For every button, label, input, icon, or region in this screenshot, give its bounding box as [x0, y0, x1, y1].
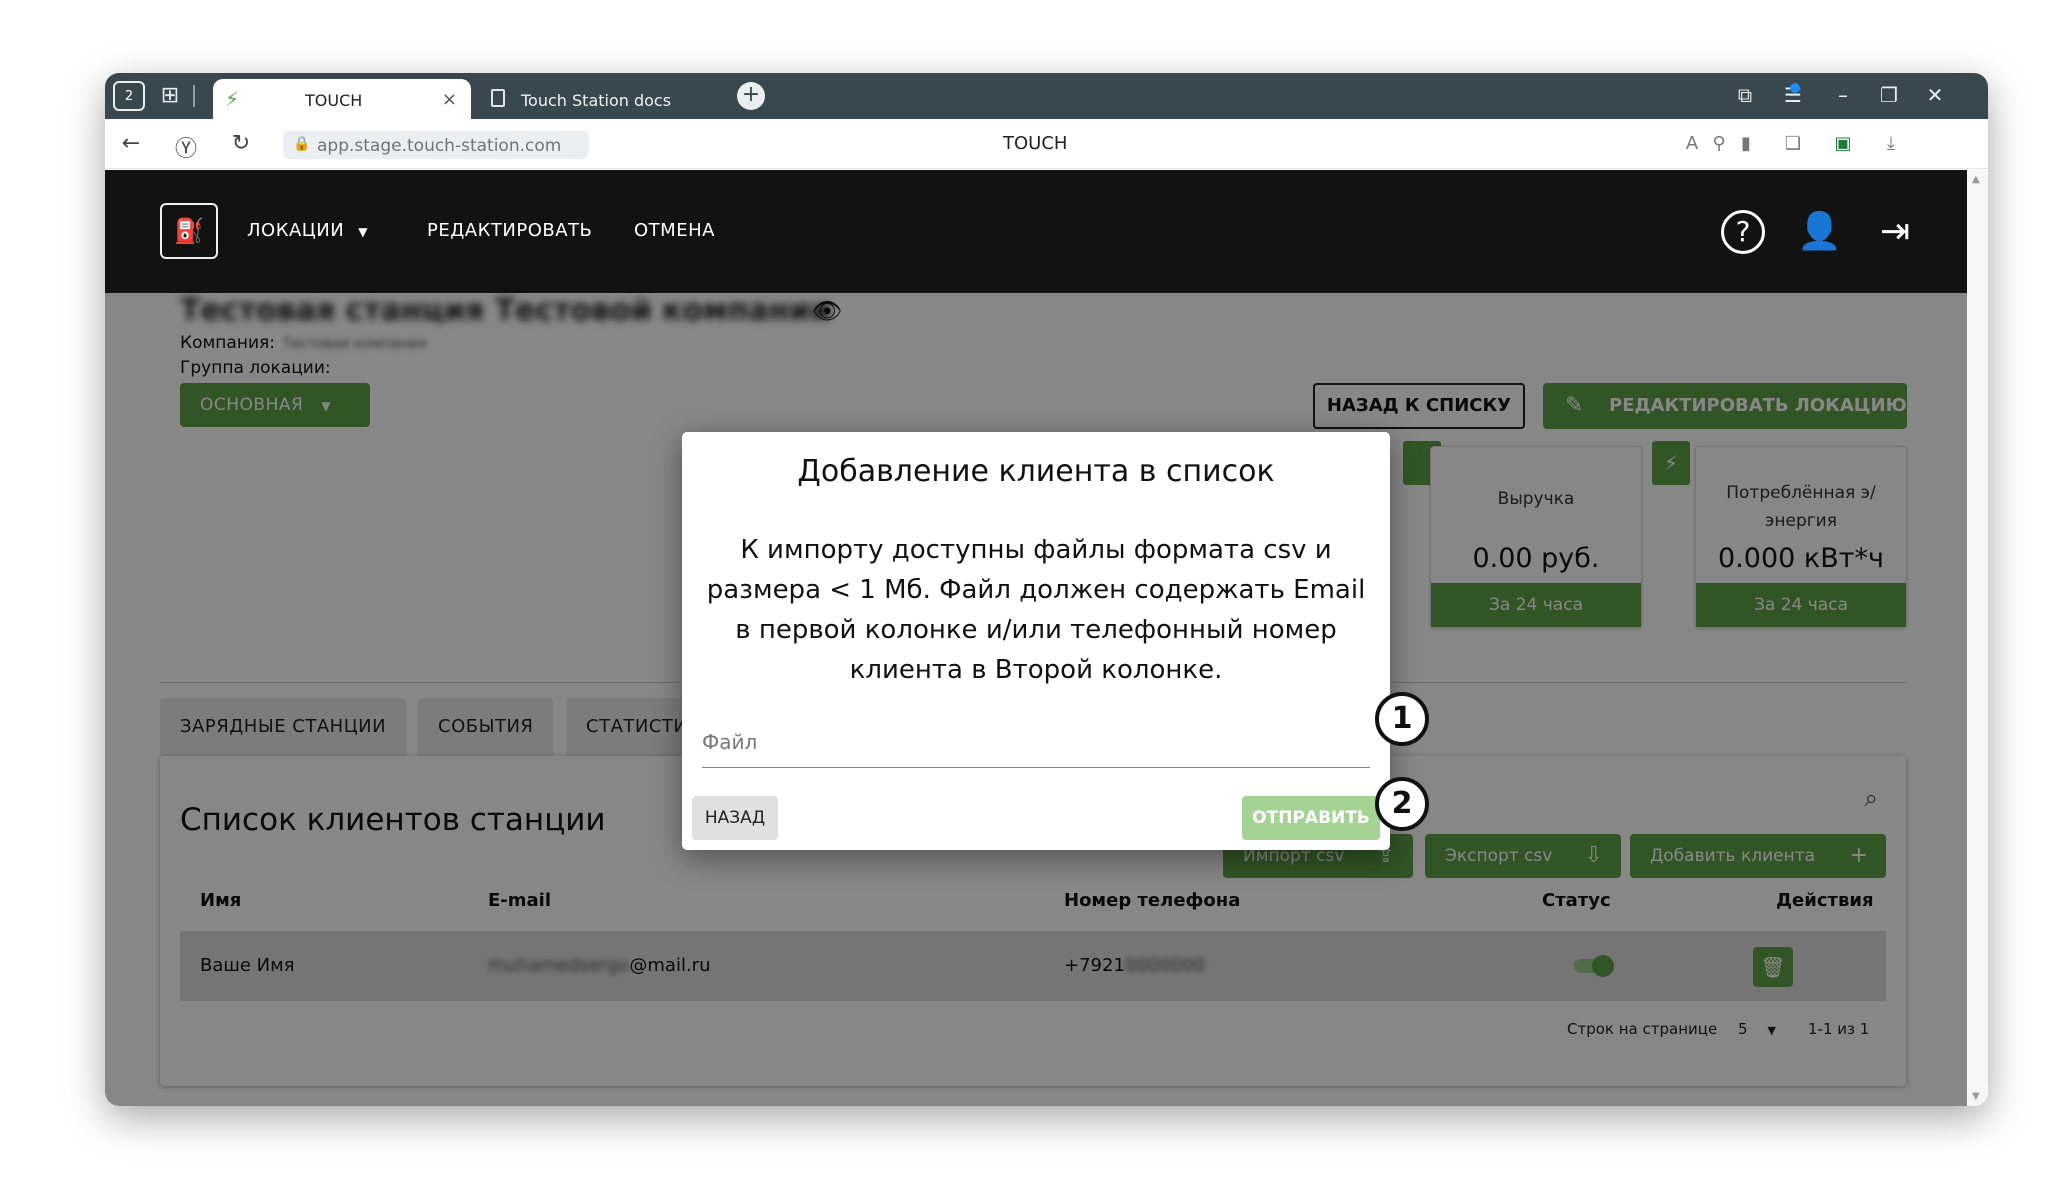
tab-strip: 2 ⊞ ⚡ TOUCH × Touch Station docs + ⧉ ☰ –… [105, 73, 1988, 119]
scroll-up-icon[interactable]: ▲ [1972, 174, 1980, 185]
extensions-icon[interactable]: ❏ [1780, 133, 1806, 154]
url-text: app.stage.touch-station.com [317, 136, 562, 156]
browser-window: 2 ⊞ ⚡ TOUCH × Touch Station docs + ⧉ ☰ –… [105, 73, 1988, 1106]
tab-divider [193, 85, 195, 107]
dialog-description: К импорту доступны файлы формата csv и р… [706, 535, 1366, 685]
lock-icon: 🔒 [293, 136, 311, 152]
new-tab-button[interactable]: + [737, 82, 765, 110]
yandex-icon[interactable]: Ⓨ [172, 131, 200, 163]
dialog-send-button[interactable]: ОТПРАВИТЬ [1242, 796, 1380, 840]
file-input[interactable]: Файл [702, 718, 1370, 768]
web-app: ⛽ ЛОКАЦИИ ▼ РЕДАКТИРОВАТЬ ОТМЕНА ? 👤 ⇥ Те… [105, 170, 1967, 1106]
back-arrow-icon[interactable]: ← [117, 131, 145, 156]
new-tab-group-icon[interactable]: ⊞ [155, 83, 185, 109]
url-field[interactable]: 🔒 app.stage.touch-station.com [283, 131, 589, 159]
tab-title: Touch Station docs [521, 91, 672, 110]
tab-touch[interactable]: ⚡ TOUCH × [213, 79, 471, 119]
user-icon[interactable]: 👤 [1797, 210, 1842, 254]
add-client-dialog: Добавление клиента в список К импорту до… [682, 432, 1390, 850]
restore-icon[interactable]: ❐ [1874, 83, 1904, 107]
window-close-icon[interactable]: ✕ [1920, 83, 1950, 107]
top-navigation: ⛽ ЛОКАЦИИ ▼ РЕДАКТИРОВАТЬ ОТМЕНА ? 👤 ⇥ [105, 170, 1967, 293]
callout-1: 1 [1375, 692, 1429, 746]
tab-close-icon[interactable]: × [442, 89, 457, 110]
document-favicon-icon [491, 89, 505, 107]
location-pin-icon[interactable]: ⚲ [1706, 133, 1732, 154]
tab-touch-station-docs[interactable]: Touch Station docs [481, 79, 721, 119]
nav-edit[interactable]: РЕДАКТИРОВАТЬ [427, 220, 592, 241]
workspace-count: 2 [124, 88, 134, 104]
page-title: TOUCH [1003, 133, 1068, 154]
callout-2: 2 [1375, 777, 1429, 831]
scroll-down-icon[interactable]: ▼ [1972, 1091, 1980, 1102]
bookmark-icon[interactable]: ▮ [1733, 133, 1759, 154]
reload-icon[interactable]: ↻ [227, 131, 255, 156]
lightning-favicon-icon: ⚡ [225, 87, 240, 111]
logo-icon[interactable]: ⛽ [160, 203, 218, 259]
dialog-title: Добавление клиента в список [797, 454, 1275, 489]
translate-icon[interactable]: A [1679, 133, 1705, 154]
download-icon[interactable]: ⤓ [1878, 133, 1904, 154]
collections-icon[interactable]: ⧉ [1730, 83, 1760, 107]
nav-locations-label: ЛОКАЦИИ [247, 220, 345, 241]
nav-locations[interactable]: ЛОКАЦИИ ▼ [247, 220, 368, 241]
workspace-home-icon[interactable]: 2 [113, 81, 145, 111]
address-bar: ← Ⓨ ↻ 🔒 app.stage.touch-station.com TOUC… [105, 119, 1988, 169]
page-scrollbar[interactable]: ▲ ▼ [1967, 170, 1988, 1106]
minimize-icon[interactable]: – [1828, 83, 1858, 107]
tab-title: TOUCH [305, 91, 363, 110]
nav-cancel[interactable]: ОТМЕНА [634, 220, 715, 241]
file-input-placeholder: Файл [702, 730, 758, 754]
dialog-back-button[interactable]: НАЗАД [692, 796, 778, 840]
excel-extension-icon[interactable]: ▣ [1830, 133, 1856, 154]
caret-down-icon: ▼ [358, 225, 368, 239]
notification-dot-icon [1790, 83, 1800, 93]
help-icon[interactable]: ? [1721, 210, 1765, 254]
logout-icon[interactable]: ⇥ [1873, 210, 1917, 254]
